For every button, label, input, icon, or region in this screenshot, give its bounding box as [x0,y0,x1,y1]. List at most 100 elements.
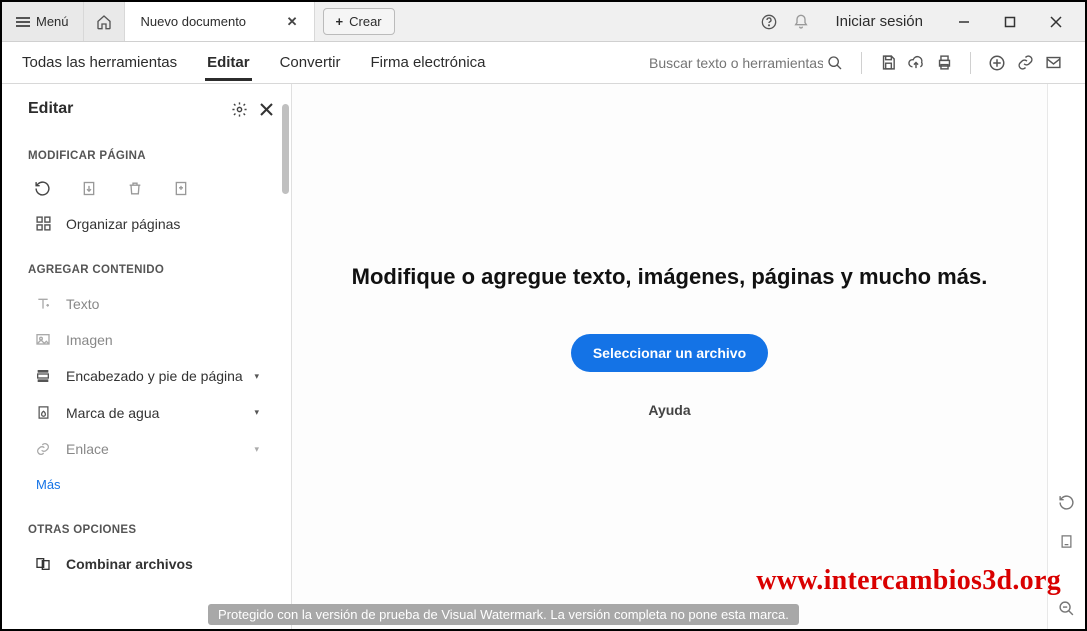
mail-button[interactable] [1039,54,1067,71]
watermark-bar: Protegido con la versión de prueba de Vi… [208,604,799,625]
search-input[interactable] [647,54,827,72]
sidebar-item-image[interactable]: Imagen [2,322,291,358]
toolbar: Todas las herramientas Editar Convertir … [2,42,1085,84]
text-icon [34,296,52,312]
ai-button[interactable] [983,54,1011,72]
section-add-content: AGREGAR CONTENIDO [2,242,291,286]
zoom-icon [1058,600,1075,617]
sidebar-item-label: Imagen [66,332,113,348]
refresh-button[interactable] [1058,494,1075,511]
sidebar-item-header-footer[interactable]: Encabezado y pie de página ▾ [2,358,291,394]
search-wrap [647,54,843,72]
section-other-options: OTRAS OPCIONES [2,502,291,546]
titlebar-right: Iniciar sesión [747,2,1085,41]
cloud-button[interactable] [902,54,930,71]
combine-icon [34,556,52,572]
chevron-down-icon: ▾ [254,371,259,382]
image-icon [34,332,52,348]
document-tab[interactable]: Nuevo documento ✕ [125,2,315,41]
rotate-icon [34,180,51,197]
content-headline: Modifique o agregue texto, imágenes, pág… [352,264,988,290]
home-button[interactable] [84,2,125,41]
watermark-site-text: www.intercambios3d.org [756,565,1061,597]
right-rail [1047,84,1085,629]
sidebar-item-link[interactable]: Enlace ▾ [2,431,291,467]
link-icon [34,441,52,457]
sidebar-item-text[interactable]: Texto [2,286,291,322]
print-button[interactable] [930,54,958,71]
delete-button[interactable] [127,180,143,197]
rotate-button[interactable] [34,180,51,197]
help-button[interactable] [757,2,781,42]
sparkle-icon [988,54,1006,72]
notifications-button[interactable] [789,2,813,42]
tab-title: Nuevo documento [141,14,247,29]
sidebar-more-link[interactable]: Más [2,467,291,502]
create-button[interactable]: + Crear [323,8,395,35]
signin-button[interactable]: Iniciar sesión [821,13,937,30]
menu-label: Menú [36,14,69,29]
menu-button[interactable]: Menú [2,2,84,41]
link-button[interactable] [1011,54,1039,71]
plus-icon: + [336,14,344,29]
tab-convert[interactable]: Convertir [278,44,343,81]
minimize-icon [958,16,970,28]
header-footer-icon [34,368,52,384]
hamburger-icon [16,17,30,27]
section-modify-page: MODIFICAR PÁGINA [2,128,291,172]
content-area: Modifique o agregue texto, imágenes, pág… [292,84,1047,629]
page-view-button[interactable] [1059,533,1074,550]
create-label: Crear [349,14,382,29]
save-button[interactable] [874,54,902,71]
window-close[interactable] [1037,2,1075,42]
insert-button[interactable] [173,180,189,197]
tab-sign[interactable]: Firma electrónica [368,44,487,81]
sidebar-item-label: Texto [66,296,99,312]
chevron-down-icon: ▾ [254,407,259,418]
watermark-icon [34,404,52,421]
sidebar-item-combine[interactable]: Combinar archivos [2,546,291,582]
zoom-button[interactable] [1058,600,1075,617]
sidebar-item-label: Marca de agua [66,405,159,421]
tab-close-button[interactable]: ✕ [283,10,302,34]
sidebar-settings-button[interactable] [231,101,248,118]
maximize-icon [1004,16,1016,28]
link-icon [1017,54,1034,71]
organize-icon [34,215,52,232]
sidebar-item-watermark[interactable]: Marca de agua ▾ [2,394,291,431]
main: Editar MODIFICAR PÁGINA Organizar página… [2,84,1085,629]
modify-page-actions [2,172,291,205]
bell-icon [793,14,809,30]
titlebar: Menú Nuevo documento ✕ + Crear Iniciar s… [2,2,1085,42]
sidebar-close-button[interactable] [260,103,273,116]
signin-label: Iniciar sesión [835,13,923,30]
search-icon [827,55,843,71]
sidebar-header: Editar [2,84,291,128]
tab-edit[interactable]: Editar [205,44,252,81]
separator [861,52,862,74]
sidebar-item-label: Combinar archivos [66,556,193,572]
separator [970,52,971,74]
help-link[interactable]: Ayuda [648,402,690,418]
select-file-button[interactable]: Seleccionar un archivo [571,334,768,372]
print-icon [936,54,953,71]
mail-icon [1045,54,1062,71]
cloud-upload-icon [907,54,925,71]
help-icon [761,14,777,30]
tab-all-tools[interactable]: Todas las herramientas [20,44,179,81]
sidebar-item-organize[interactable]: Organizar páginas [2,205,291,242]
window-maximize[interactable] [991,2,1029,42]
home-icon [96,14,112,30]
sidebar-scrollbar[interactable] [282,104,289,194]
chevron-down-icon: ▾ [254,444,259,455]
close-icon [260,103,273,116]
trash-icon [127,180,143,197]
gear-icon [231,101,248,118]
window-minimize[interactable] [945,2,983,42]
extract-button[interactable] [81,180,97,197]
refresh-icon [1058,494,1075,511]
sidebar: Editar MODIFICAR PÁGINA Organizar página… [2,84,292,629]
page-icon [1059,533,1074,550]
sidebar-item-label: Organizar páginas [66,216,180,232]
close-icon [1050,16,1062,28]
